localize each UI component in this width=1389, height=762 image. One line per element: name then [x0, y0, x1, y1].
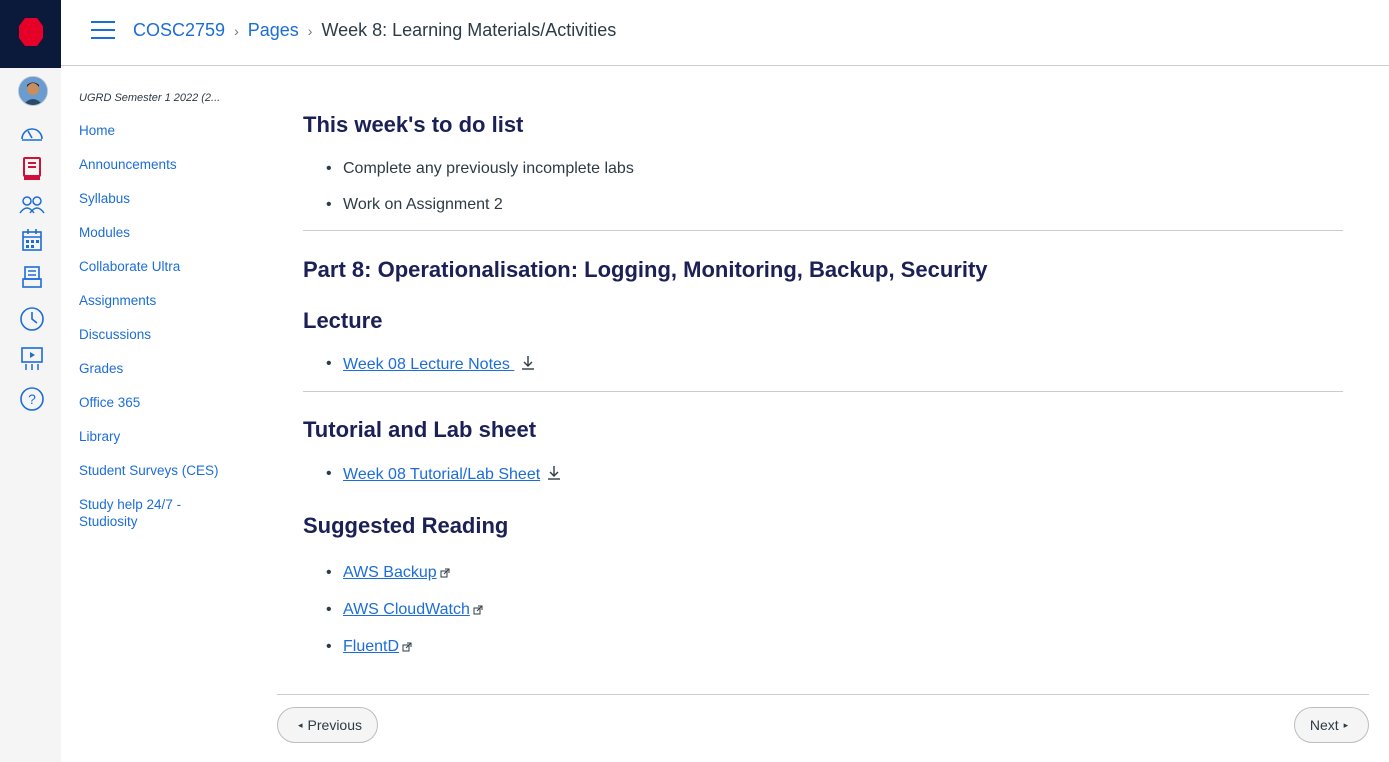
lecture-notes-link[interactable]: Week 08 Lecture Notes — [343, 356, 514, 373]
breadcrumb-separator: › — [307, 22, 313, 39]
breadcrumb-pages[interactable]: Pages — [248, 20, 299, 41]
part-heading: Part 8: Operationalisation: Logging, Mon… — [303, 257, 988, 282]
dashboard-icon[interactable] — [18, 118, 46, 146]
breadcrumb-current: Week 8: Learning Materials/Activities — [321, 20, 617, 40]
list-item: AWS CloudWatch — [326, 601, 1343, 620]
list-item: Complete any previously incomplete labs — [326, 160, 1343, 178]
course-nav-collaborate-ultra[interactable]: Collaborate Ultra — [79, 258, 249, 275]
todo-heading: This week's to do list — [303, 112, 524, 137]
courses-icon[interactable] — [18, 155, 46, 183]
course-nav-home[interactable]: Home — [79, 122, 249, 139]
external-link-icon — [473, 602, 483, 620]
footer-divider — [277, 694, 1369, 695]
breadcrumb: COSC2759 › Pages › Week 8: Learning Mate… — [133, 20, 616, 41]
external-link-icon — [402, 639, 412, 657]
list-item: Week 08 Tutorial/Lab Sheet — [326, 465, 1343, 486]
next-label: Next — [1309, 717, 1339, 733]
course-nav: UGRD Semester 1 2022 (2... Home Announce… — [79, 92, 249, 547]
breadcrumb-separator: › — [234, 22, 239, 39]
help-icon[interactable]: ? — [18, 385, 46, 413]
rmit-logo-icon — [19, 18, 43, 46]
calendar-icon[interactable] — [18, 226, 46, 254]
reading-heading: Suggested Reading — [303, 513, 509, 538]
list-item: Work on Assignment 2 — [326, 196, 1343, 214]
course-nav-studiosity[interactable]: Study help 24/7 - Studiosity — [79, 496, 199, 530]
studio-icon[interactable] — [18, 345, 46, 373]
todo-list: Complete any previously incomplete labs … — [303, 160, 1343, 214]
lecture-list: Week 08 Lecture Notes — [303, 355, 1343, 376]
download-icon[interactable] — [520, 355, 536, 376]
previous-button[interactable]: ◂ Previous — [277, 707, 378, 743]
previous-arrow-icon: ◂ — [298, 719, 303, 730]
course-nav-student-surveys[interactable]: Student Surveys (CES) — [79, 462, 249, 479]
tutorial-sheet-link[interactable]: Week 08 Tutorial/Lab Sheet — [343, 466, 540, 483]
reading-list: AWS Backup AWS CloudWatch FluentD — [303, 564, 1343, 657]
inbox-icon[interactable] — [18, 263, 46, 291]
list-item: AWS Backup — [326, 564, 1343, 583]
course-nav-announcements[interactable]: Announcements — [79, 156, 249, 173]
divider — [303, 230, 1343, 231]
breadcrumb-course[interactable]: COSC2759 — [133, 20, 225, 41]
tutorial-heading: Tutorial and Lab sheet — [303, 417, 537, 442]
external-link-icon — [440, 565, 450, 583]
course-nav-syllabus[interactable]: Syllabus — [79, 190, 249, 207]
account-avatar[interactable] — [18, 76, 48, 106]
tutorial-list: Week 08 Tutorial/Lab Sheet — [303, 465, 1343, 486]
course-nav-assignments[interactable]: Assignments — [79, 292, 249, 309]
groups-icon[interactable] — [18, 191, 46, 219]
lecture-heading: Lecture — [303, 308, 383, 333]
download-icon[interactable] — [546, 465, 562, 486]
page-header: COSC2759 › Pages › Week 8: Learning Mate… — [61, 0, 1389, 66]
list-item: Week 08 Lecture Notes — [326, 355, 1343, 376]
next-button[interactable]: Next ▸ — [1294, 707, 1369, 743]
course-menu-toggle-icon[interactable] — [91, 21, 115, 41]
course-nav-library[interactable]: Library — [79, 428, 249, 445]
aws-cloudwatch-link[interactable]: AWS CloudWatch — [343, 601, 470, 618]
course-term: UGRD Semester 1 2022 (2... — [79, 92, 221, 104]
list-item: FluentD — [326, 638, 1343, 657]
course-nav-office-365[interactable]: Office 365 — [79, 394, 249, 411]
course-nav-discussions[interactable]: Discussions — [79, 326, 249, 343]
history-icon[interactable] — [18, 305, 46, 333]
logo[interactable] — [0, 0, 61, 68]
page-content: This week's to do list Complete any prev… — [303, 92, 1343, 657]
course-nav-grades[interactable]: Grades — [79, 360, 249, 377]
user-photo-icon — [19, 77, 47, 105]
course-nav-modules[interactable]: Modules — [79, 224, 249, 241]
svg-text:?: ? — [28, 391, 36, 407]
next-arrow-icon: ▸ — [1343, 719, 1349, 730]
global-nav: ? — [0, 0, 61, 762]
previous-label: Previous — [307, 717, 362, 733]
divider — [303, 391, 1343, 392]
aws-backup-link[interactable]: AWS Backup — [343, 564, 437, 581]
fluentd-link[interactable]: FluentD — [343, 638, 399, 655]
